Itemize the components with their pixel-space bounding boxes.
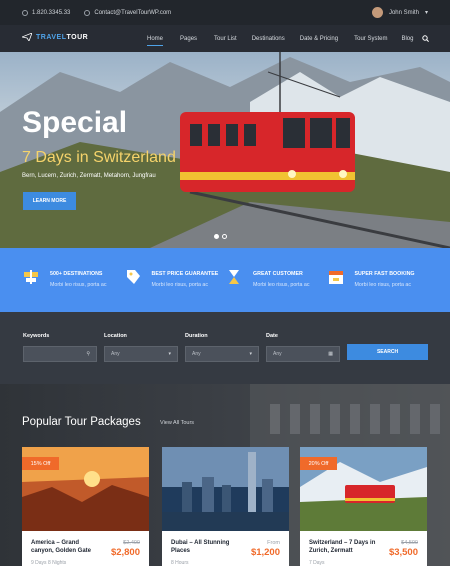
feature-great-customer: GREAT CUSTOMER Morbi leo risus, porta ac xyxy=(225,248,327,312)
chevron-down-icon: ▾ xyxy=(249,351,252,357)
avatar xyxy=(371,7,383,18)
tour-price: $3,500 xyxy=(388,547,418,558)
tour-name[interactable]: Switzerland – 7 Days in Zurich, Zermatt xyxy=(309,539,381,555)
nav-item-date-pricing[interactable]: Date & Pricing xyxy=(300,25,338,52)
tour-card[interactable]: 15% Off America – Grand canyon, Golden G… xyxy=(22,447,149,566)
feature-desc: Morbi leo risus, porta ac xyxy=(354,282,412,288)
tour-image xyxy=(162,447,289,531)
slider-dots xyxy=(214,234,230,239)
tour-duration: 9 Days 8 Nights xyxy=(31,560,67,566)
date-value: Any xyxy=(273,351,282,357)
tour-duration: 8 Hours xyxy=(171,560,189,566)
logo-text-travel: TRAVEL xyxy=(36,33,67,41)
duration-label: Duration xyxy=(185,333,208,339)
nav-item-home[interactable]: Home xyxy=(147,25,164,52)
logo-text-tour: TOUR xyxy=(66,33,89,41)
date-field: Date Any ▦ xyxy=(266,333,340,362)
email-info[interactable]: Contact@TravelTourWP.com xyxy=(84,9,171,16)
nav-item-pages[interactable]: Pages xyxy=(180,25,197,52)
map-signpost-icon xyxy=(24,270,38,284)
duration-field: Duration Any ▾ xyxy=(185,333,259,362)
nav-item-tour-system[interactable]: Tour System xyxy=(354,25,387,52)
email-address[interactable]: Contact@TravelTourWP.com xyxy=(94,10,171,16)
tour-card[interactable]: 20% Off Switzerland – 7 Days in Zurich, … xyxy=(300,447,427,566)
slider-dot-1[interactable] xyxy=(214,234,219,239)
features-band: 500+ DESTINATIONS Morbi leo risus, porta… xyxy=(0,248,450,312)
tour-name[interactable]: Dubai – All Stunning Places xyxy=(171,539,243,555)
feature-desc: Morbi leo risus, porta ac xyxy=(151,282,209,288)
feature-desc: Morbi leo risus, porta ac xyxy=(50,282,107,288)
section-title: Popular Tour Packages xyxy=(22,416,141,428)
feature-title: BEST PRICE GUARANTEE xyxy=(151,271,219,277)
main-navigation: TRAVEL TOUR Home Pages Tour List Destinat… xyxy=(0,25,450,52)
nav-item-destinations[interactable]: Destinations xyxy=(252,25,285,52)
location-value: Any xyxy=(111,351,120,357)
old-price: $4,500 xyxy=(401,540,418,546)
search-button[interactable]: SEARCH xyxy=(347,344,428,360)
user-name: John Smith xyxy=(388,9,419,16)
duration-select[interactable]: Any ▾ xyxy=(185,346,259,362)
search-icon[interactable] xyxy=(422,35,429,42)
hourglass-icon xyxy=(229,270,239,284)
chevron-down-icon: ▾ xyxy=(424,10,428,16)
search-icon: ⚲ xyxy=(86,351,90,357)
feature-destinations: 500+ DESTINATIONS Morbi leo risus, porta… xyxy=(22,248,124,312)
location-field: Location Any ▾ xyxy=(104,333,178,362)
feature-best-price: BEST PRICE GUARANTEE Morbi leo risus, po… xyxy=(124,248,226,312)
calendar-icon: ▦ xyxy=(328,351,333,357)
plane-icon xyxy=(22,33,32,41)
calendar-icon xyxy=(328,271,343,284)
duration-value: Any xyxy=(192,351,201,357)
hero-banner: Special 7 Days in Switzerland Bern, Luce… xyxy=(0,52,450,248)
tour-price: $2,800 xyxy=(110,547,140,558)
user-menu[interactable]: John Smith ▾ xyxy=(371,7,428,18)
keywords-label: Keywords xyxy=(23,333,50,339)
phone-number: 1.820.3345.33 xyxy=(32,9,71,16)
date-label: Date xyxy=(266,333,278,339)
old-price: $2,400 xyxy=(123,540,140,546)
location-label: Location xyxy=(104,333,127,339)
tour-price: $1,200 xyxy=(250,547,280,558)
keywords-field: Keywords ⚲ xyxy=(23,333,97,362)
hero-places: Bern, Lucern, Zurich, Zermatt, Metahorn,… xyxy=(22,173,156,179)
phone-info: 1.820.3345.33 xyxy=(22,9,71,16)
mail-icon xyxy=(84,9,91,16)
hero-subtitle: 7 Days in Switzerland xyxy=(22,149,176,166)
tour-card[interactable]: Dubai – All Stunning Places From $1,200 … xyxy=(162,447,289,566)
hero-title: Special xyxy=(22,106,128,139)
phone-icon xyxy=(22,9,28,16)
discount-badge: 20% Off xyxy=(300,457,337,470)
site-logo[interactable]: TRAVEL TOUR xyxy=(22,33,88,41)
nav-item-tour-list[interactable]: Tour List xyxy=(214,25,237,52)
learn-more-button[interactable]: LEARN MORE xyxy=(23,192,76,210)
main-menu: Home Pages Tour List Destinations Date &… xyxy=(147,25,413,52)
price-from-label: From xyxy=(267,540,280,546)
feature-fast-booking: SUPER FAST BOOKING Morbi leo risus, port… xyxy=(327,248,429,312)
location-select[interactable]: Any ▾ xyxy=(104,346,178,362)
slider-dot-2[interactable] xyxy=(222,234,227,239)
price-tag-icon xyxy=(126,270,140,284)
discount-badge: 15% Off xyxy=(22,457,59,470)
popular-tours-section: Popular Tour Packages View All Tours 15%… xyxy=(0,384,450,566)
feature-title: 500+ DESTINATIONS xyxy=(50,271,103,277)
keywords-input[interactable]: ⚲ xyxy=(23,346,97,362)
nav-item-blog[interactable]: Blog xyxy=(401,25,413,52)
date-input[interactable]: Any ▦ xyxy=(266,346,340,362)
chevron-down-icon: ▾ xyxy=(168,351,171,357)
top-bar: 1.820.3345.33 Contact@TravelTourWP.com J… xyxy=(0,0,450,25)
feature-title: GREAT CUSTOMER xyxy=(253,271,303,277)
view-all-tours-link[interactable]: View All Tours xyxy=(160,420,194,426)
feature-desc: Morbi leo risus, porta ac xyxy=(253,282,310,288)
tour-name[interactable]: America – Grand canyon, Golden Gate xyxy=(31,539,103,555)
tour-duration: 7 Days xyxy=(309,560,325,566)
feature-title: SUPER FAST BOOKING xyxy=(354,271,415,277)
